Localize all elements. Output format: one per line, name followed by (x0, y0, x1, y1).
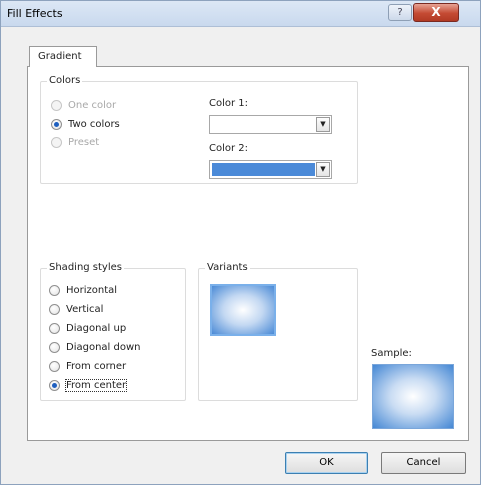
variants-group: Variants (198, 262, 358, 401)
diagonal-up-radio[interactable] (49, 323, 60, 334)
close-button[interactable]: X (413, 3, 459, 22)
from-center-label: From center (64, 379, 128, 392)
color2-label: Color 2: (209, 143, 249, 154)
cancel-button[interactable]: Cancel (381, 452, 466, 474)
two-colors-radio[interactable] (51, 119, 62, 130)
diagonal-up-label: Diagonal up (66, 323, 127, 334)
color1-swatch (212, 118, 315, 131)
from-center-option[interactable]: From center (49, 378, 128, 393)
color1-label: Color 1: (209, 98, 249, 109)
vertical-label: Vertical (66, 304, 104, 315)
one-color-label: One color (68, 100, 117, 111)
sample-label: Sample: (371, 348, 412, 359)
diagonal-down-radio[interactable] (49, 342, 60, 353)
color1-dropdown[interactable]: ▼ (209, 115, 332, 134)
title-bar: Fill Effects ? X (1, 1, 480, 27)
one-color-option[interactable]: One color (51, 98, 116, 113)
colors-group-label: Colors (47, 75, 83, 86)
fill-effects-dialog: Fill Effects ? X Gradient Colors One col… (0, 0, 481, 485)
help-icon: ? (397, 7, 403, 18)
two-colors-label: Two colors (68, 119, 120, 130)
chevron-down-icon[interactable]: ▼ (316, 162, 330, 177)
diagonal-down-option[interactable]: Diagonal down (49, 340, 140, 355)
color2-swatch (212, 163, 315, 176)
from-corner-label: From corner (66, 361, 127, 372)
diagonal-down-label: Diagonal down (66, 342, 141, 353)
horizontal-radio[interactable] (49, 285, 60, 296)
horizontal-option[interactable]: Horizontal (49, 283, 117, 298)
variant-option-selected[interactable] (210, 284, 276, 336)
from-center-radio[interactable] (49, 380, 60, 391)
ok-button[interactable]: OK (285, 452, 368, 474)
shading-styles-label: Shading styles (47, 262, 124, 273)
chevron-down-icon[interactable]: ▼ (316, 117, 330, 132)
vertical-radio[interactable] (49, 304, 60, 315)
two-colors-option[interactable]: Two colors (51, 117, 120, 132)
dialog-title: Fill Effects (7, 7, 63, 20)
sample-preview (372, 364, 454, 429)
color2-dropdown[interactable]: ▼ (209, 160, 332, 179)
from-corner-option[interactable]: From corner (49, 359, 126, 374)
help-button[interactable]: ? (388, 4, 412, 21)
tab-gradient[interactable]: Gradient (29, 46, 97, 67)
colors-group: Colors One color Two colors Preset Color… (40, 75, 358, 184)
horizontal-label: Horizontal (66, 285, 118, 296)
variants-label: Variants (205, 262, 250, 273)
close-icon: X (431, 5, 441, 19)
vertical-option[interactable]: Vertical (49, 302, 103, 317)
diagonal-up-option[interactable]: Diagonal up (49, 321, 126, 336)
from-corner-radio[interactable] (49, 361, 60, 372)
one-color-radio[interactable] (51, 100, 62, 111)
preset-radio[interactable] (51, 137, 62, 148)
preset-label: Preset (68, 137, 100, 148)
shading-styles-group: Shading styles Horizontal Vertical Diago… (40, 262, 186, 401)
preset-option[interactable]: Preset (51, 135, 99, 150)
